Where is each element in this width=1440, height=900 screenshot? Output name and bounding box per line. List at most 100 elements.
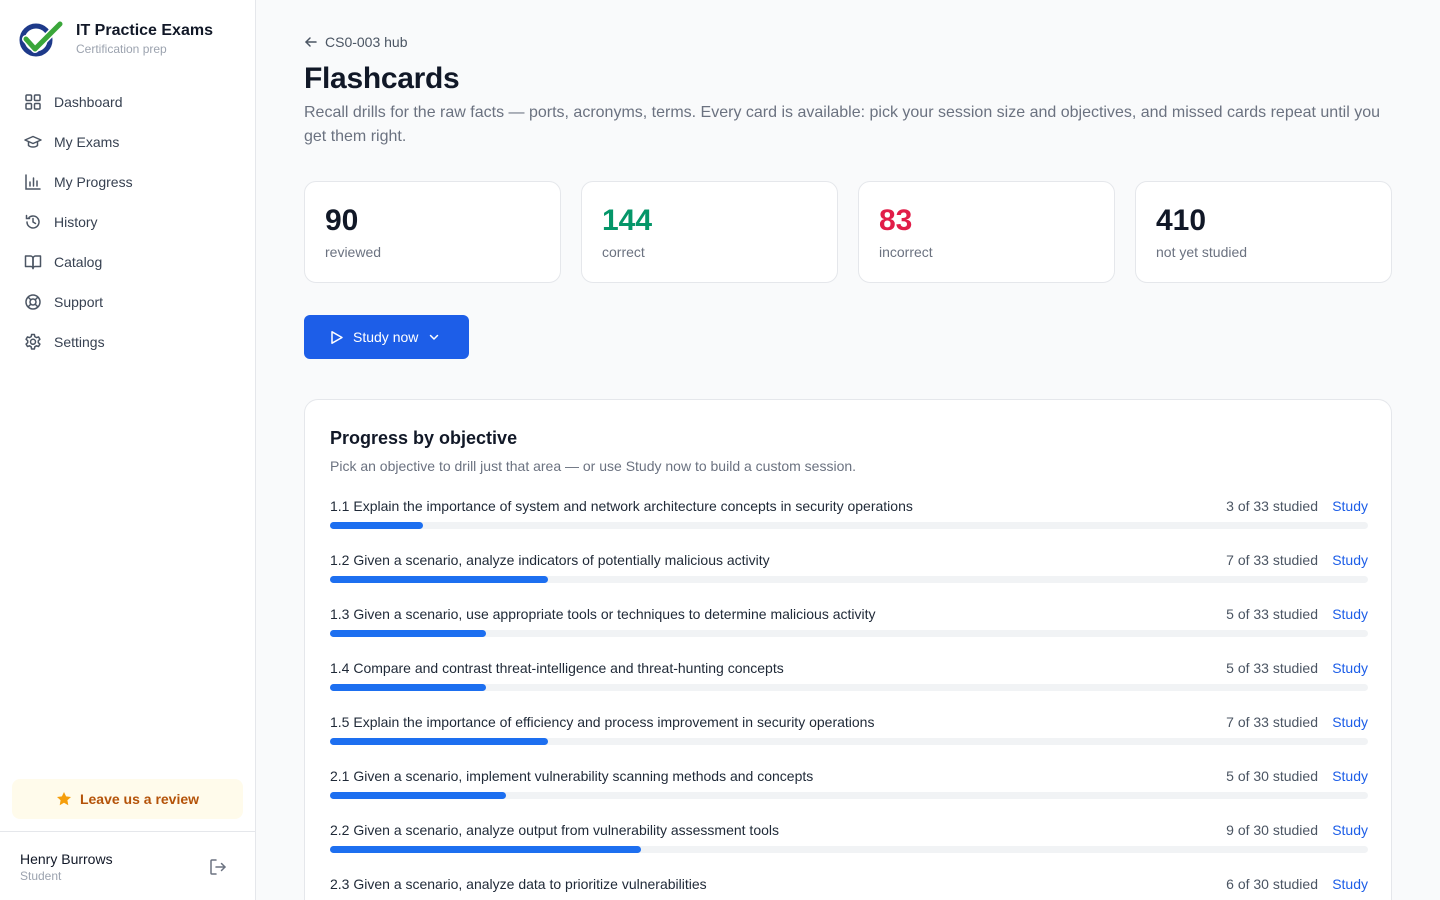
objective-study-link[interactable]: Study [1332,820,1368,840]
objective-row: 1.4 Compare and contrast threat-intellig… [330,658,1368,712]
logout-icon[interactable] [208,857,228,877]
objectives-list: 1.1 Explain the importance of system and… [330,496,1368,900]
objectives-title: Progress by objective [330,428,518,448]
objective-count: 3 of 33 studied [1226,498,1318,514]
stat-card-incorrect: 83 incorrect [858,181,1115,283]
objective-label: 1.5 Explain the importance of efficiency… [330,714,875,730]
objective-progress-fill [330,522,424,529]
objective-count: 7 of 33 studied [1226,552,1318,568]
sidebar: IT Practice Exams Certification prep Das… [0,0,256,900]
arrow-left-icon [305,37,317,47]
sidebar-item-history[interactable]: History [12,202,244,242]
stat-label: correct [602,244,645,260]
sidebar-item-label: Settings [54,334,105,350]
sidebar-item-my-exams[interactable]: My Exams [12,122,244,162]
sidebar-item-label: My Exams [54,134,120,150]
logo-icon [19,20,64,57]
stat-card-reviewed: 90 reviewed [304,181,561,283]
objective-row: 1.2 Given a scenario, analyze indicators… [330,550,1368,604]
objective-progress-bar [330,792,1368,799]
user-name: Henry Burrows [20,851,113,867]
objective-count: 5 of 33 studied [1226,660,1318,676]
objective-progress-bar [330,846,1368,853]
stat-card-not-studied: 410 not yet studied [1135,181,1392,283]
objective-progress-fill [330,738,548,745]
user-profile: Henry Burrows Student [0,831,256,900]
study-now-label: Study now [353,329,419,345]
chevron-down-icon [430,334,439,340]
graduation-cap-icon [24,133,42,151]
user-role: Student [20,869,62,883]
stat-value: 144 [602,204,653,237]
stat-value: 410 [1156,204,1207,237]
objective-study-link[interactable]: Study [1332,550,1368,570]
objective-study-link[interactable]: Study [1332,496,1368,516]
bar-chart-icon [24,173,42,191]
sidebar-item-dashboard[interactable]: Dashboard [12,82,244,122]
brand[interactable]: IT Practice Exams Certification prep [18,20,213,58]
objective-row: 2.3 Given a scenario, analyze data to pr… [330,874,1368,900]
sidebar-item-settings[interactable]: Settings [12,322,244,362]
objectives-card: Progress by objective Pick an objective … [304,399,1392,900]
study-now-button[interactable]: Study now [304,315,469,359]
book-open-icon [24,253,42,271]
sidebar-nav: Dashboard My Exams My Progress History C… [12,82,244,362]
objective-label: 2.3 Given a scenario, analyze data to pr… [330,876,707,892]
objective-study-link[interactable]: Study [1332,874,1368,894]
objective-study-link[interactable]: Study [1332,712,1368,732]
objective-label: 1.3 Given a scenario, use appropriate to… [330,606,876,622]
objective-study-link[interactable]: Study [1332,604,1368,624]
page-title: Flashcards [304,62,460,95]
objective-progress-fill [330,846,642,853]
leave-review-button[interactable]: Leave us a review [12,779,243,819]
objective-row: 1.1 Explain the importance of system and… [330,496,1368,550]
stat-label: not yet studied [1156,244,1248,260]
sidebar-item-my-progress[interactable]: My Progress [12,162,244,202]
brand-title: IT Practice Exams [76,22,213,39]
objective-progress-bar [330,738,1368,745]
stats-row: 90 reviewed 144 correct 83 incorrect 410… [304,181,1392,283]
history-icon [24,213,42,231]
grid-icon [24,93,42,111]
objective-progress-fill [330,684,486,691]
objective-row: 2.1 Given a scenario, implement vulnerab… [330,766,1368,820]
brand-subtitle: Certification prep [76,42,167,56]
back-link-label: CS0-003 hub [325,34,408,50]
objective-study-link[interactable]: Study [1332,658,1368,678]
stat-value: 83 [879,204,913,237]
sidebar-item-label: Dashboard [54,94,123,110]
objective-count: 7 of 33 studied [1226,714,1318,730]
objective-row: 1.3 Given a scenario, use appropriate to… [330,604,1368,658]
objective-count: 9 of 30 studied [1226,822,1318,838]
sidebar-item-support[interactable]: Support [12,282,244,322]
play-icon [331,330,343,344]
objective-label: 1.2 Given a scenario, analyze indicators… [330,552,770,568]
objective-count: 5 of 33 studied [1226,606,1318,622]
stat-card-correct: 144 correct [581,181,838,283]
objective-count: 6 of 30 studied [1226,876,1318,892]
objective-count: 5 of 30 studied [1226,768,1318,784]
objective-progress-bar [330,522,1368,529]
stat-label: reviewed [325,244,382,260]
objective-progress-fill [330,630,486,637]
stat-value: 90 [325,204,359,237]
sidebar-item-label: History [54,214,98,230]
objective-label: 2.2 Given a scenario, analyze output fro… [330,822,780,838]
objective-label: 1.1 Explain the importance of system and… [330,498,913,514]
objective-row: 2.2 Given a scenario, analyze output fro… [330,820,1368,874]
objective-progress-bar [330,630,1368,637]
objective-progress-fill [330,792,507,799]
sidebar-item-catalog[interactable]: Catalog [12,242,244,282]
star-icon [56,792,71,806]
stat-label: incorrect [879,244,933,260]
objective-label: 1.4 Compare and contrast threat-intellig… [330,660,784,676]
page-description: Recall drills for the raw facts — ports,… [304,104,1380,145]
objective-progress-bar [330,576,1368,583]
sidebar-item-label: My Progress [54,174,133,190]
life-buoy-icon [24,293,42,311]
objective-progress-bar [330,684,1368,691]
back-link[interactable]: CS0-003 hub [304,34,408,50]
sidebar-item-label: Catalog [54,254,103,270]
sidebar-item-label: Support [54,294,104,310]
objective-study-link[interactable]: Study [1332,766,1368,786]
